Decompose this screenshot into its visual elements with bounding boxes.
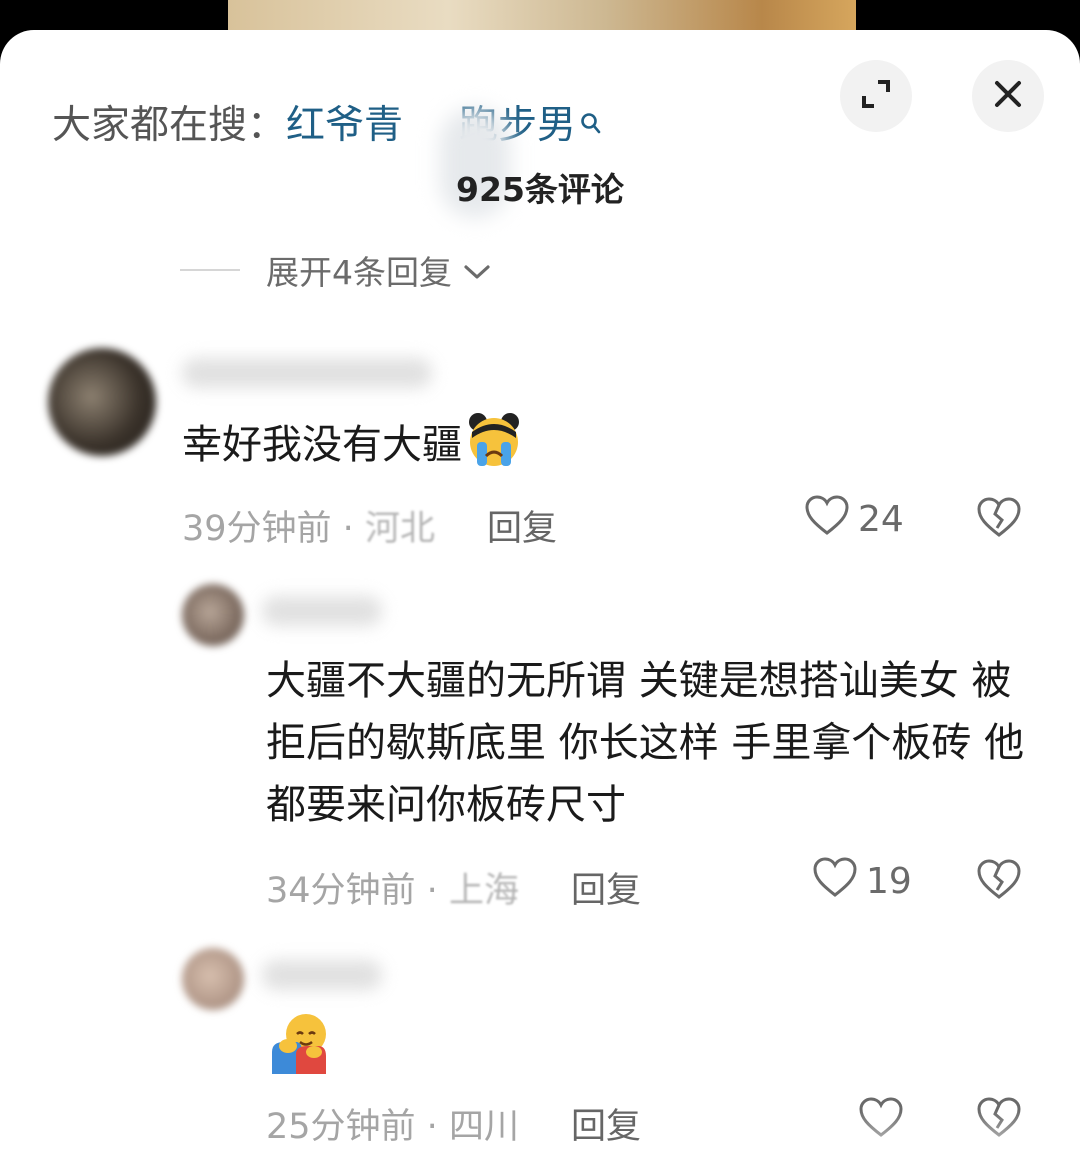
expand-replies-label: 展开4条回复: [266, 253, 452, 292]
comment-body: 幸好我没有大疆: [182, 422, 462, 468]
avatar[interactable]: [48, 348, 156, 456]
search-icon[interactable]: [580, 98, 602, 150]
meta-separator: ·: [415, 871, 449, 911]
comment-location: 上海: [448, 871, 519, 911]
search-suggestion[interactable]: 大家都在搜：红爷青 跑步男: [52, 100, 602, 152]
broken-heart-icon: [976, 859, 1022, 904]
comment-location: 四川: [448, 1107, 519, 1147]
meta-separator: ·: [331, 509, 365, 549]
reply-thread-line: [180, 269, 240, 271]
comment-meta: 39分钟前 · 河北 回复: [182, 500, 557, 551]
comment-time: 39分钟前: [182, 509, 332, 549]
search-suggestion-prefix: 大家都在搜：: [52, 103, 287, 148]
comment-sheet: 大家都在搜：红爷青 跑步男 925条评论 展开4条回复 幸好我没有大疆 39分钟…: [0, 30, 1080, 1156]
dislike-button[interactable]: [976, 858, 1022, 904]
dislike-button[interactable]: [976, 496, 1022, 542]
close-icon: [992, 78, 1024, 114]
comment-meta: 34分钟前 · 上海 回复: [266, 862, 641, 913]
expand-icon: [858, 76, 894, 116]
close-button[interactable]: [972, 60, 1044, 132]
comment-time: 25分钟前: [266, 1107, 416, 1147]
username-redacted: [262, 960, 382, 990]
broken-heart-icon: [976, 497, 1022, 542]
search-suggestion-term-part1[interactable]: 红爷青: [286, 103, 403, 148]
comment-text: 幸好我没有大疆: [182, 412, 524, 486]
like-button[interactable]: 19: [812, 856, 912, 907]
chevron-down-icon: [462, 251, 492, 290]
avatar[interactable]: [182, 948, 244, 1010]
username-redacted: [262, 596, 382, 626]
like-button[interactable]: 24: [804, 494, 904, 545]
comment-time: 34分钟前: [266, 871, 416, 911]
meta-separator: ·: [415, 1107, 449, 1147]
expand-replies-button[interactable]: 展开4条回复: [180, 246, 492, 294]
comment-text: 大疆不大疆的无所谓 关键是想搭讪美女 被拒后的歇斯底里 你长这样 手里拿个板砖 …: [266, 658, 1025, 828]
watermark-fade: [820, 1110, 1080, 1156]
heart-icon: [812, 856, 866, 907]
username-redacted: [182, 358, 432, 388]
avatar[interactable]: [182, 584, 244, 646]
heart-icon: [804, 494, 858, 545]
comment-meta: 25分钟前 · 四川 回复: [266, 1098, 641, 1149]
reply-button[interactable]: 回复: [571, 1107, 641, 1147]
crying-emoji-icon: [464, 412, 524, 486]
like-count: 19: [866, 861, 912, 902]
comment-location: 河北: [364, 509, 435, 549]
like-count: 24: [858, 499, 904, 540]
hugging-emoji-icon: [266, 1012, 330, 1078]
reply-button[interactable]: 回复: [487, 509, 557, 549]
comment-count: 925条评论: [456, 170, 624, 209]
reply-button[interactable]: 回复: [571, 871, 641, 911]
expand-button[interactable]: [840, 60, 912, 132]
